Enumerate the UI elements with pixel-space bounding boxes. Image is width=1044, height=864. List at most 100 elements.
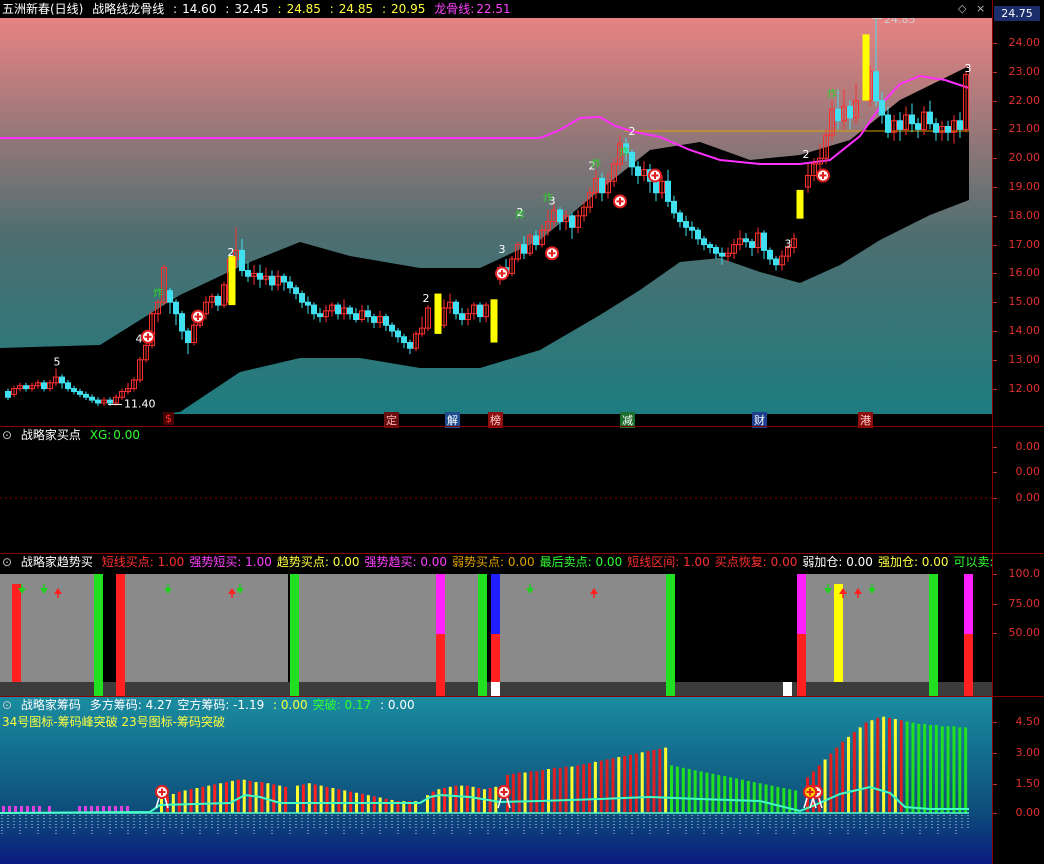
main-plot[interactable]: 5 4 2 2 3 3 2 3 2 3 2 2 炸炸炸炸炸炸 24.85 11.40	[0, 18, 992, 414]
p2-range-block	[118, 574, 288, 682]
p2-range-block	[498, 574, 668, 682]
p3-chip-bar	[746, 780, 750, 813]
low-annotation: 11.40	[124, 397, 156, 410]
candle-body	[407, 342, 413, 349]
p2-signal-bar	[290, 574, 299, 696]
p3-chip-bar	[711, 773, 715, 813]
count-label: 4	[136, 333, 143, 346]
main-ytick-9: 15.00	[1008, 295, 1041, 309]
candle-body	[293, 287, 299, 295]
p2-signal-bar	[797, 574, 806, 634]
candlestick-chart[interactable]: 542233232322炸炸炸炸炸炸24.8511.40	[0, 18, 992, 414]
candle-body	[915, 123, 921, 130]
p2-signal-bar	[491, 634, 500, 682]
p2-signal-bar	[94, 574, 103, 696]
high-annotation: 24.85	[884, 18, 916, 26]
p2-plot[interactable]	[0, 554, 992, 696]
buy-point-panel: ⊙ 战略家买点 XG: 0.00 0.00 0.00 0.00	[0, 427, 1044, 553]
p3-y-axis: 4.50 3.00 1.50 0.00	[993, 697, 1044, 864]
p3-chip-bar	[230, 780, 234, 813]
candle-body	[521, 244, 527, 254]
p3-title[interactable]: 战略家筹码	[21, 698, 81, 712]
p2-chart[interactable]	[0, 554, 992, 696]
candle-body	[395, 330, 401, 338]
candle-body	[245, 270, 251, 277]
p3-chip-bar	[372, 796, 376, 813]
close-icon[interactable]: ×	[976, 2, 985, 15]
main-ytick-1: 23.00	[1008, 64, 1041, 78]
main-ytick-11: 13.00	[1008, 352, 1041, 366]
p3-chip-bar	[319, 785, 323, 813]
p3-chip-bar	[735, 778, 738, 813]
candle-body	[879, 100, 885, 116]
candle-body	[885, 114, 891, 133]
p3-item-2: : 0.00	[269, 698, 308, 712]
p3-chip-bar	[313, 784, 317, 813]
p3-chip-bar	[876, 717, 880, 813]
p3-chip-bar	[658, 748, 662, 813]
main-ytick-7: 17.00	[1008, 237, 1041, 251]
p3-chip-bar	[517, 772, 521, 813]
stock-name[interactable]: 五洲新春(日线)	[2, 2, 83, 16]
signal-bar	[490, 299, 498, 343]
candle-body	[557, 209, 563, 223]
p2-signal-bar	[964, 574, 973, 634]
event-tag-0[interactable]: $	[163, 412, 174, 425]
p3-chip-bar	[776, 786, 780, 813]
p3-chip-bar	[599, 760, 603, 813]
p3-chip-bar	[225, 782, 228, 813]
candle-body	[773, 258, 779, 266]
p3-chip-bar	[699, 771, 703, 813]
p3-chip-bar	[899, 720, 903, 813]
candle-body	[65, 382, 71, 390]
p1-plot[interactable]	[0, 427, 992, 553]
candle-body	[689, 226, 695, 231]
p1-ytick-2: 0.00	[1015, 491, 1041, 504]
value-3: 24.85	[338, 2, 374, 16]
value-0: 14.60	[182, 2, 217, 16]
p3-chip-bar	[460, 785, 464, 813]
p3-chip-bar	[558, 767, 562, 813]
p3-chip-bar	[471, 786, 475, 813]
candle-body	[713, 246, 719, 254]
p3-chip-bar	[864, 722, 868, 813]
p1-chart[interactable]	[0, 427, 992, 553]
p3-chip-bar	[664, 747, 668, 813]
p2-signal-bar	[116, 574, 125, 696]
p3-chip-bar	[529, 771, 533, 813]
candle-body	[347, 307, 353, 315]
main-ytick-4: 20.00	[1008, 151, 1041, 165]
p3-chip-bar	[593, 761, 597, 813]
p3-chip-bar	[617, 757, 621, 813]
p2-signal-bar	[783, 682, 792, 696]
candle-body	[665, 180, 671, 202]
indicator-name[interactable]: 战略线龙骨线	[92, 2, 164, 16]
candle-body	[23, 385, 29, 390]
candle-body	[835, 108, 841, 122]
diamond-icon[interactable]: ◇	[958, 2, 966, 15]
p3-chip-bar	[823, 759, 827, 813]
p2-signal-bar	[491, 574, 500, 634]
keel-label: 龙骨线:	[434, 2, 475, 16]
p3-chip-bar	[958, 727, 962, 813]
axis-border	[992, 0, 993, 864]
main-ytick-12: 12.00	[1008, 381, 1041, 395]
p1-ytick-1: 0.00	[1015, 465, 1041, 478]
candle-body	[873, 71, 879, 102]
p3-item-3: 突破: 0.17	[312, 698, 372, 712]
p3-chip-bar	[829, 753, 833, 813]
candle-body	[683, 221, 689, 228]
chip-panel: ⊙ 战略家筹码 多方筹码: 4.27 空方筹码: -1.19 : 0.00 突破: …	[0, 697, 1044, 864]
p2-signal-bar	[436, 634, 445, 696]
p3-circle-icon[interactable]: ⊙	[2, 698, 12, 712]
p3-chip-bar	[705, 772, 709, 813]
p3-chip-bar	[905, 721, 909, 813]
p3-chip-bar	[448, 786, 452, 813]
p3-chip-bar	[189, 789, 193, 813]
p3-chip-bar	[652, 749, 656, 813]
candle-body	[389, 324, 395, 332]
p3-chip-bar	[535, 771, 539, 813]
candle-body	[957, 120, 963, 130]
count-label: 2	[423, 292, 430, 305]
p3-chip-bar	[171, 793, 175, 813]
